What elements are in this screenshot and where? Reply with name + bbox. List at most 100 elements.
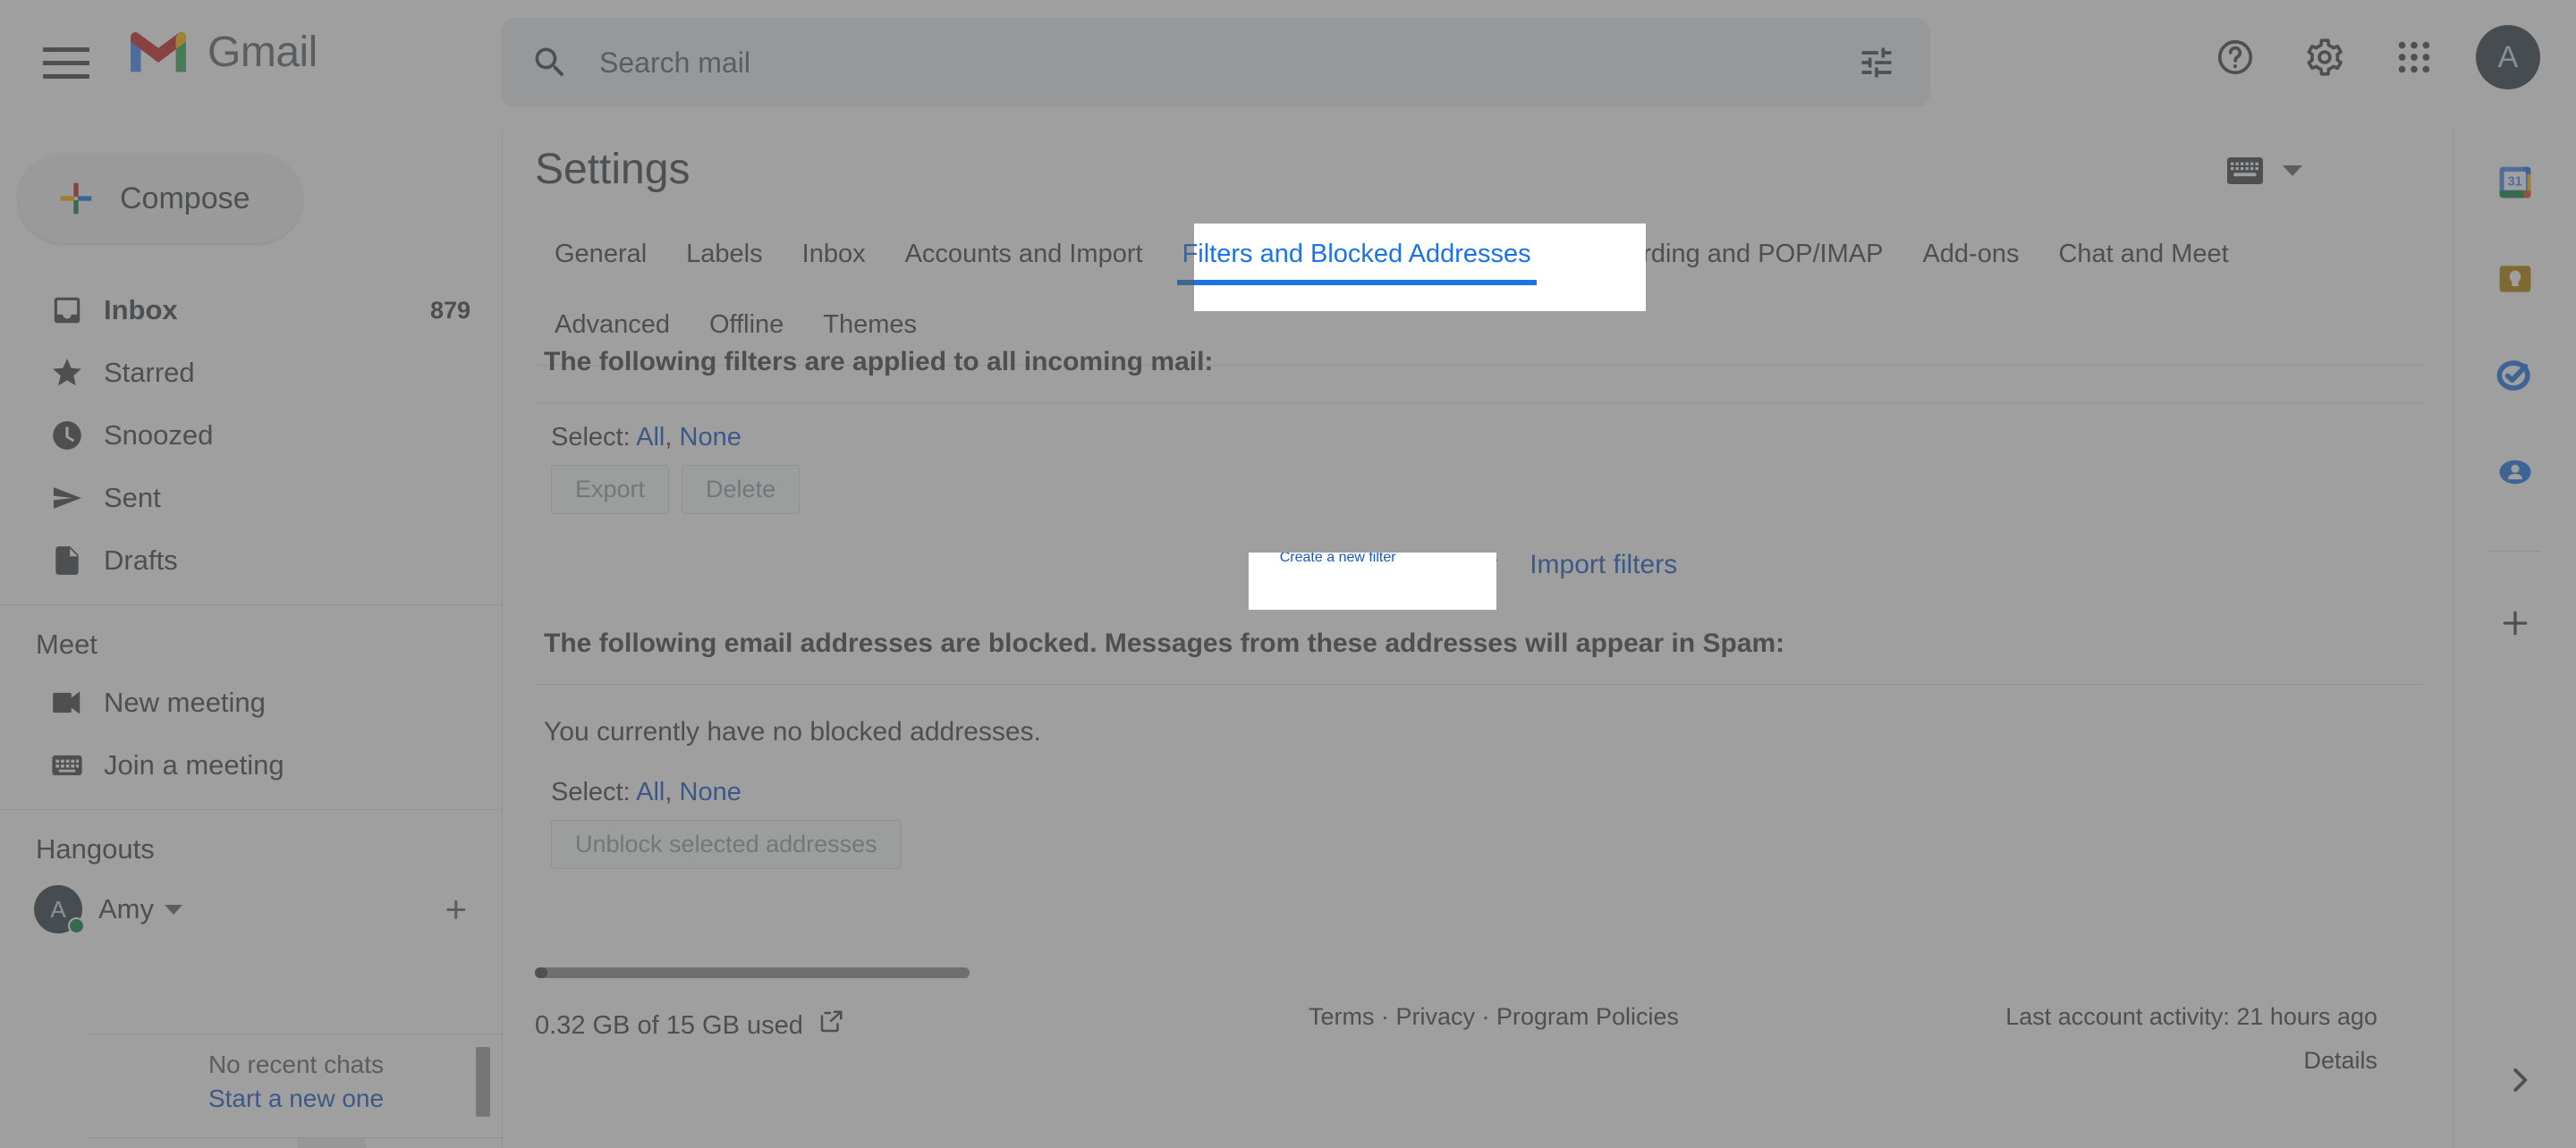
gear-icon[interactable] [2297, 30, 2352, 85]
brand-name: Gmail [208, 28, 318, 76]
side-panel: 31 [2453, 125, 2576, 1148]
search-bar[interactable] [501, 18, 1930, 107]
start-new-chat-link[interactable]: Start a new one [89, 1079, 503, 1113]
hamburger-menu-icon[interactable] [43, 41, 89, 84]
tab-add-ons[interactable]: Add-ons [1902, 222, 2038, 292]
draft-icon [50, 544, 104, 578]
no-blocked-addresses-text: You currently have no blocked addresses. [544, 717, 1041, 747]
page-title: Settings [535, 146, 691, 193]
star-icon [50, 356, 104, 390]
blocked-select-row: Select: All, None [535, 747, 2422, 807]
create-a-new-filter-link-highlight[interactable]: Create a new filter [1249, 553, 1496, 610]
sidebar-item-label: Snoozed [104, 419, 214, 451]
create-a-new-filter-link[interactable]: Create a new filter [1280, 553, 1496, 566]
gmail-logo-icon [131, 32, 186, 72]
tab-filters-and-blocked-addresses[interactable]: Filters and Blocked Addresses [1194, 224, 1551, 292]
search-icon[interactable] [501, 43, 599, 82]
unblock-selected-addresses-button[interactable]: Unblock selected addresses [551, 820, 902, 869]
sidebar-nav: Inbox 879 Starred Snoozed Sent Drafts Me… [0, 279, 503, 942]
external-link-icon[interactable] [818, 1009, 844, 1042]
side-panel-divider [2488, 551, 2541, 552]
video-camera-icon [50, 686, 104, 720]
select-separator: , [665, 778, 673, 806]
select-label: Select: [551, 423, 631, 452]
inbox-unread-count: 879 [429, 296, 470, 324]
search-input[interactable] [599, 46, 1823, 80]
export-button[interactable]: Export [551, 465, 670, 514]
sidebar-item-label: New meeting [104, 687, 266, 718]
storage-usage-text: 0.32 GB of 15 GB used [535, 1010, 803, 1040]
google-tasks-icon[interactable] [2490, 350, 2540, 401]
sidebar-item-sent[interactable]: Sent [0, 467, 503, 529]
google-contacts-icon[interactable] [2490, 447, 2540, 497]
blocked-select-all-link[interactable]: All [636, 778, 665, 806]
plus-icon [60, 182, 92, 215]
sidebar-item-label: Starred [104, 357, 195, 388]
blocked-button-row: Unblock selected addresses [535, 807, 2422, 869]
footer: 0.32 GB of 15 GB used Terms · Privacy · … [535, 948, 2453, 1091]
add-app-plus-icon[interactable] [2490, 598, 2540, 648]
delete-button[interactable]: Delete [682, 465, 801, 514]
sidebar-item-label: Sent [104, 482, 161, 513]
sidebar-item-inbox[interactable]: Inbox 879 [0, 279, 503, 342]
hangouts-avatar-letter: A [50, 895, 66, 923]
apps-grid-icon[interactable] [2386, 30, 2442, 85]
compose-button[interactable]: Compose [18, 154, 302, 243]
sidebar: Compose Inbox 879 Starred Snoozed Sent D… [0, 125, 503, 1148]
chat-scrollbar[interactable] [476, 1047, 490, 1117]
hangouts-tab-bar [89, 1137, 503, 1148]
chevron-down-icon[interactable] [2283, 165, 2302, 176]
gmail-settings-page: Gmail Search mail A Compose Inbox 879 St… [0, 0, 2576, 1148]
tab-labels[interactable]: Labels [666, 222, 782, 292]
hangouts-add-icon[interactable]: + [445, 891, 467, 928]
hangouts-icon[interactable] [298, 1137, 366, 1148]
select-separator: , [665, 423, 673, 452]
google-keep-icon[interactable] [2490, 254, 2540, 304]
keyboard-icon [2227, 157, 2263, 184]
sidebar-item-label: Join a meeting [104, 749, 284, 781]
keyboard-icon [50, 748, 104, 782]
help-icon[interactable] [2207, 30, 2263, 85]
compose-label: Compose [120, 181, 250, 215]
app-header: Gmail Search mail A [0, 0, 2576, 125]
hangouts-chat-panel: No recent chats Start a new one [89, 1034, 503, 1137]
import-filters-link[interactable]: Import filters [1530, 550, 1677, 580]
filters-and-blocked-addresses-tab-highlight[interactable]: Filters and Blocked Addresses [1194, 224, 1646, 311]
tab-inbox[interactable]: Inbox [783, 222, 886, 292]
contacts-icon[interactable] [226, 1138, 294, 1148]
avatar[interactable]: A [2476, 25, 2540, 89]
google-calendar-icon[interactable]: 31 [2490, 157, 2540, 207]
tune-options-icon[interactable] [1823, 43, 1930, 82]
sidebar-item-drafts[interactable]: Drafts [0, 529, 503, 592]
sidebar-item-new-meeting[interactable]: New meeting [0, 671, 503, 734]
tab-accounts-and-import[interactable]: Accounts and Import [886, 222, 1163, 292]
tab-chat-and-meet[interactable]: Chat and Meet [2038, 222, 2248, 292]
filters-section-heading: The following filters are applied to all… [544, 347, 1214, 376]
sidebar-item-snoozed[interactable]: Snoozed [0, 404, 503, 467]
send-icon [50, 481, 104, 515]
sidebar-item-starred[interactable]: Starred [0, 342, 503, 404]
calendar-day-number: 31 [2507, 175, 2521, 190]
details-link[interactable]: Details [2005, 1031, 2377, 1075]
brand: Gmail [125, 27, 318, 77]
hangouts-avatar: A [34, 885, 85, 934]
select-none-link[interactable]: None [680, 423, 741, 452]
select-all-link[interactable]: All [636, 423, 665, 452]
tab-general[interactable]: General [535, 222, 666, 292]
hangouts-user-name: Amy [98, 893, 154, 924]
expand-side-panel-chevron-right-icon[interactable] [2503, 1063, 2537, 1102]
header-icon-group: A [2207, 25, 2540, 89]
blocked-select-none-link[interactable]: None [680, 778, 741, 806]
footer-account-activity: Last account activity: 21 hours ago Deta… [2005, 1003, 2377, 1075]
last-account-activity: Last account activity: 21 hours ago [2005, 1003, 2377, 1030]
storage-usage: 0.32 GB of 15 GB used [535, 1009, 844, 1042]
hangouts-user-row[interactable]: A Amy + [0, 876, 503, 942]
filters-select-row: Select: All, None [535, 403, 2422, 452]
online-status-dot [68, 917, 85, 934]
chevron-down-icon[interactable] [165, 904, 182, 915]
sidebar-item-join-meeting[interactable]: Join a meeting [0, 734, 503, 797]
select-label: Select: [551, 778, 631, 806]
sidebar-item-label: Inbox [104, 294, 178, 325]
footer-links[interactable]: Terms · Privacy · Program Policies [1309, 1003, 1679, 1031]
input-tools-selector[interactable] [2227, 157, 2302, 184]
